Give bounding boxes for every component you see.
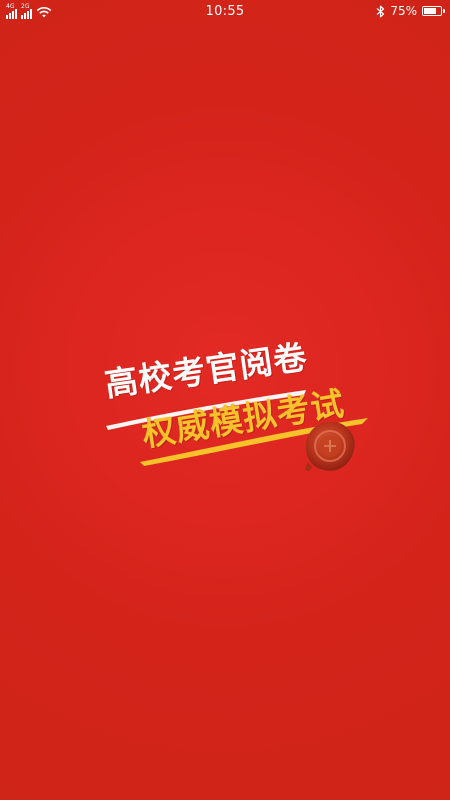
battery-icon (422, 6, 445, 16)
bluetooth-icon (376, 5, 385, 17)
splash-logo: 高校考官阅卷 权威模拟考试 (100, 337, 370, 490)
wax-seal-icon (305, 421, 355, 472)
status-right: 75% (376, 3, 445, 19)
battery-percent: 75% (390, 4, 417, 18)
status-bar: 4G 2G 10:55 75% (0, 0, 450, 24)
splash-screen: 4G 2G 10:55 75% 高校考官阅卷 权威模拟考试 (0, 0, 450, 800)
battery-fill (424, 8, 436, 14)
